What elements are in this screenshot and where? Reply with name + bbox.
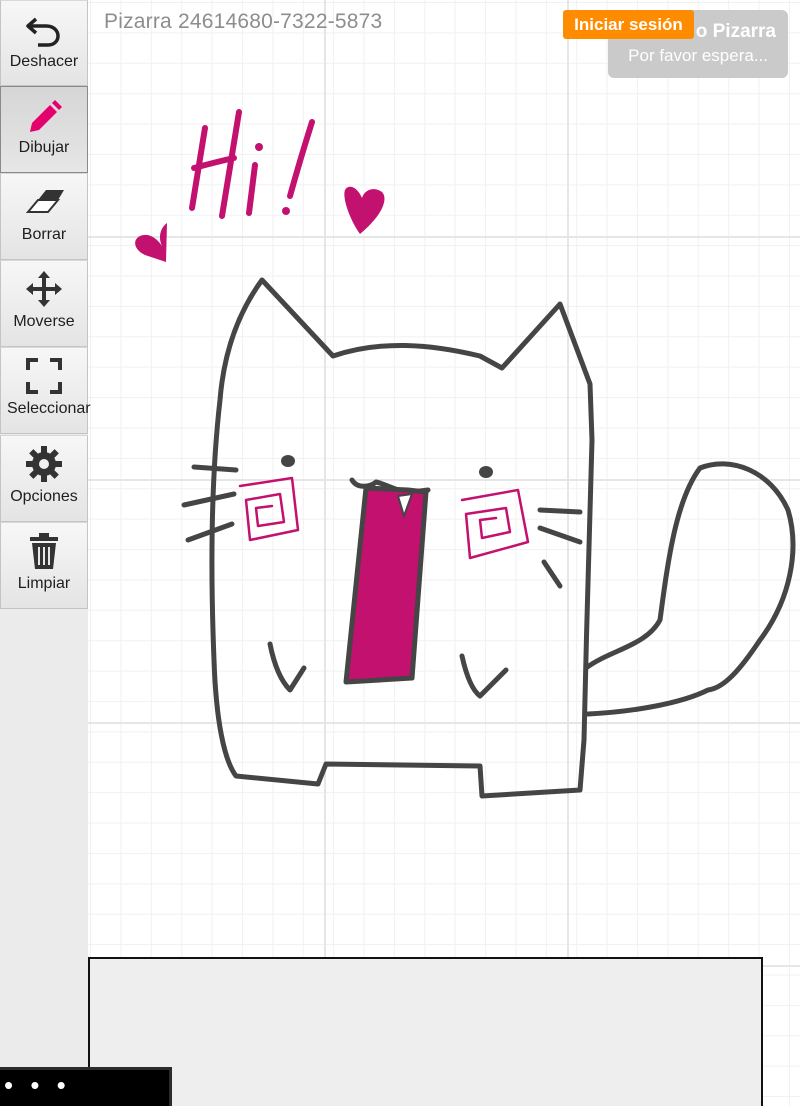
undo-label: Deshacer	[9, 53, 79, 70]
bottom-panel	[88, 957, 763, 1106]
move-label: Moverse	[13, 313, 75, 330]
trash-icon	[24, 531, 64, 571]
status-title: o Pizarra	[695, 21, 776, 42]
options-button[interactable]: Opciones	[0, 435, 88, 522]
undo-button[interactable]: Deshacer	[0, 0, 88, 86]
more-button[interactable]: • • •	[0, 1067, 172, 1106]
undo-icon	[24, 9, 64, 49]
pencil-icon	[24, 95, 64, 135]
toolbar: Deshacer Dibujar Borrar Moverse Seleccio…	[0, 0, 91, 1106]
select-icon	[24, 356, 64, 396]
erase-label: Borrar	[21, 226, 67, 243]
gear-icon	[24, 444, 64, 484]
draw-label: Dibujar	[18, 139, 70, 156]
whiteboard-canvas[interactable]	[88, 0, 800, 1106]
select-label: Seleccionar	[7, 400, 91, 417]
select-button[interactable]: Seleccionar	[0, 347, 91, 434]
board-title: Pizarra 24614680-7322-5873	[104, 10, 383, 33]
more-dots: • • •	[4, 1070, 71, 1100]
draw-button[interactable]: Dibujar	[0, 86, 88, 173]
erase-button[interactable]: Borrar	[0, 173, 88, 260]
clear-label: Limpiar	[17, 575, 71, 592]
options-label: Opciones	[10, 488, 78, 505]
move-button[interactable]: Moverse	[0, 260, 88, 347]
clear-button[interactable]: Limpiar	[0, 522, 88, 609]
move-icon	[24, 269, 64, 309]
login-button[interactable]: Iniciar sesión	[563, 10, 694, 39]
status-subtitle: Por favor espera...	[628, 46, 768, 65]
eraser-icon	[24, 182, 64, 222]
